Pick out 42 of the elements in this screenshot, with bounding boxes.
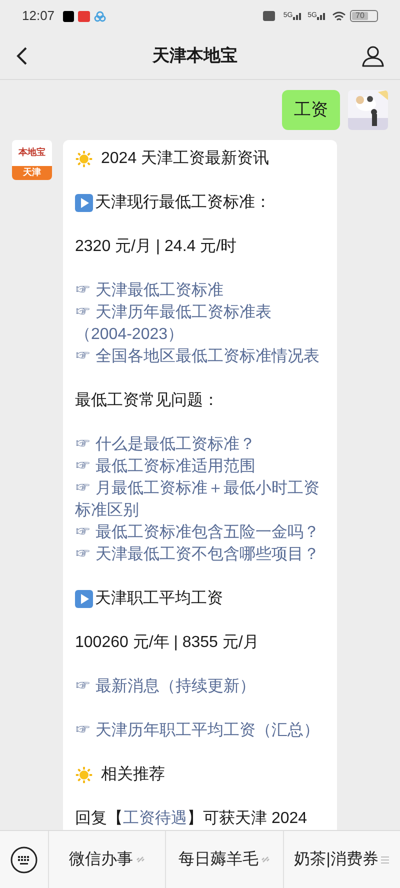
- sun-icon: [75, 766, 93, 784]
- message-heading: 2024 天津工资最新资讯: [101, 148, 270, 169]
- signal-icon: [317, 12, 327, 20]
- article-link[interactable]: ☞ 天津历年职工平均工资（汇总）: [75, 720, 325, 742]
- message-text: 2320 元/月 | 24.4 元/时: [75, 236, 238, 257]
- message-text: 最低工资常见问题：: [75, 390, 220, 411]
- article-link[interactable]: ☞ 最低工资标准适用范围: [75, 456, 325, 478]
- menu-icon: [381, 856, 390, 864]
- city-label: 天津: [23, 166, 41, 180]
- link-icon: [136, 855, 146, 864]
- status-time: 12:07: [22, 7, 55, 26]
- message-bubble: 工资: [282, 90, 340, 130]
- keyboard-icon[interactable]: [10, 846, 38, 874]
- keyword-link[interactable]: 工资待遇: [123, 810, 187, 827]
- play-icon: [75, 194, 93, 212]
- article-link[interactable]: ☞ 天津最低工资标准: [75, 280, 325, 302]
- message-text: 100260 元/年 | 8355 元/月: [75, 633, 260, 653]
- menu-tab[interactable]: 奶茶|消费券: [282, 831, 400, 888]
- menu-tab[interactable]: 每日薅羊毛: [165, 831, 283, 888]
- profile-icon[interactable]: [362, 44, 384, 66]
- link-icon: [261, 855, 270, 864]
- account-avatar[interactable]: 本地宝 天津: [12, 140, 52, 180]
- message-text: 回复【工资待遇】可获天津 2024: [75, 808, 308, 829]
- article-link[interactable]: ☞ 天津最低工资不包含哪些项目？: [75, 544, 325, 566]
- section-title: 天津现行最低工资标准：: [95, 192, 271, 213]
- section-title: 天津职工平均工资: [95, 588, 223, 609]
- play-icon: [75, 590, 93, 608]
- article-link[interactable]: ☞ 全国各地区最低工资标准情况表: [75, 346, 325, 368]
- article-link[interactable]: ☞ 月最低工资标准＋最低小时工资标准区别: [75, 478, 325, 522]
- article-link[interactable]: ☞ 最新消息（持续更新）: [75, 676, 325, 698]
- menu-tab[interactable]: 微信办事: [48, 831, 166, 888]
- article-link[interactable]: ☞ 最低工资标准包含五险一金吗？: [75, 522, 325, 544]
- article-link[interactable]: ☞ 天津历年最低工资标准表（2004-2023）: [75, 302, 325, 346]
- logo-text: 本地宝: [18, 146, 46, 160]
- article-link[interactable]: ☞ 什么是最低工资标准？: [75, 434, 325, 456]
- signal-icon: [292, 12, 303, 20]
- back-icon[interactable]: [16, 46, 28, 66]
- chat-title: 天津本地宝: [152, 44, 238, 67]
- sun-icon: [75, 150, 93, 168]
- wifi-icon: [332, 10, 346, 22]
- message-heading: 相关推荐: [101, 764, 165, 785]
- battery-indicator: 70: [350, 10, 378, 22]
